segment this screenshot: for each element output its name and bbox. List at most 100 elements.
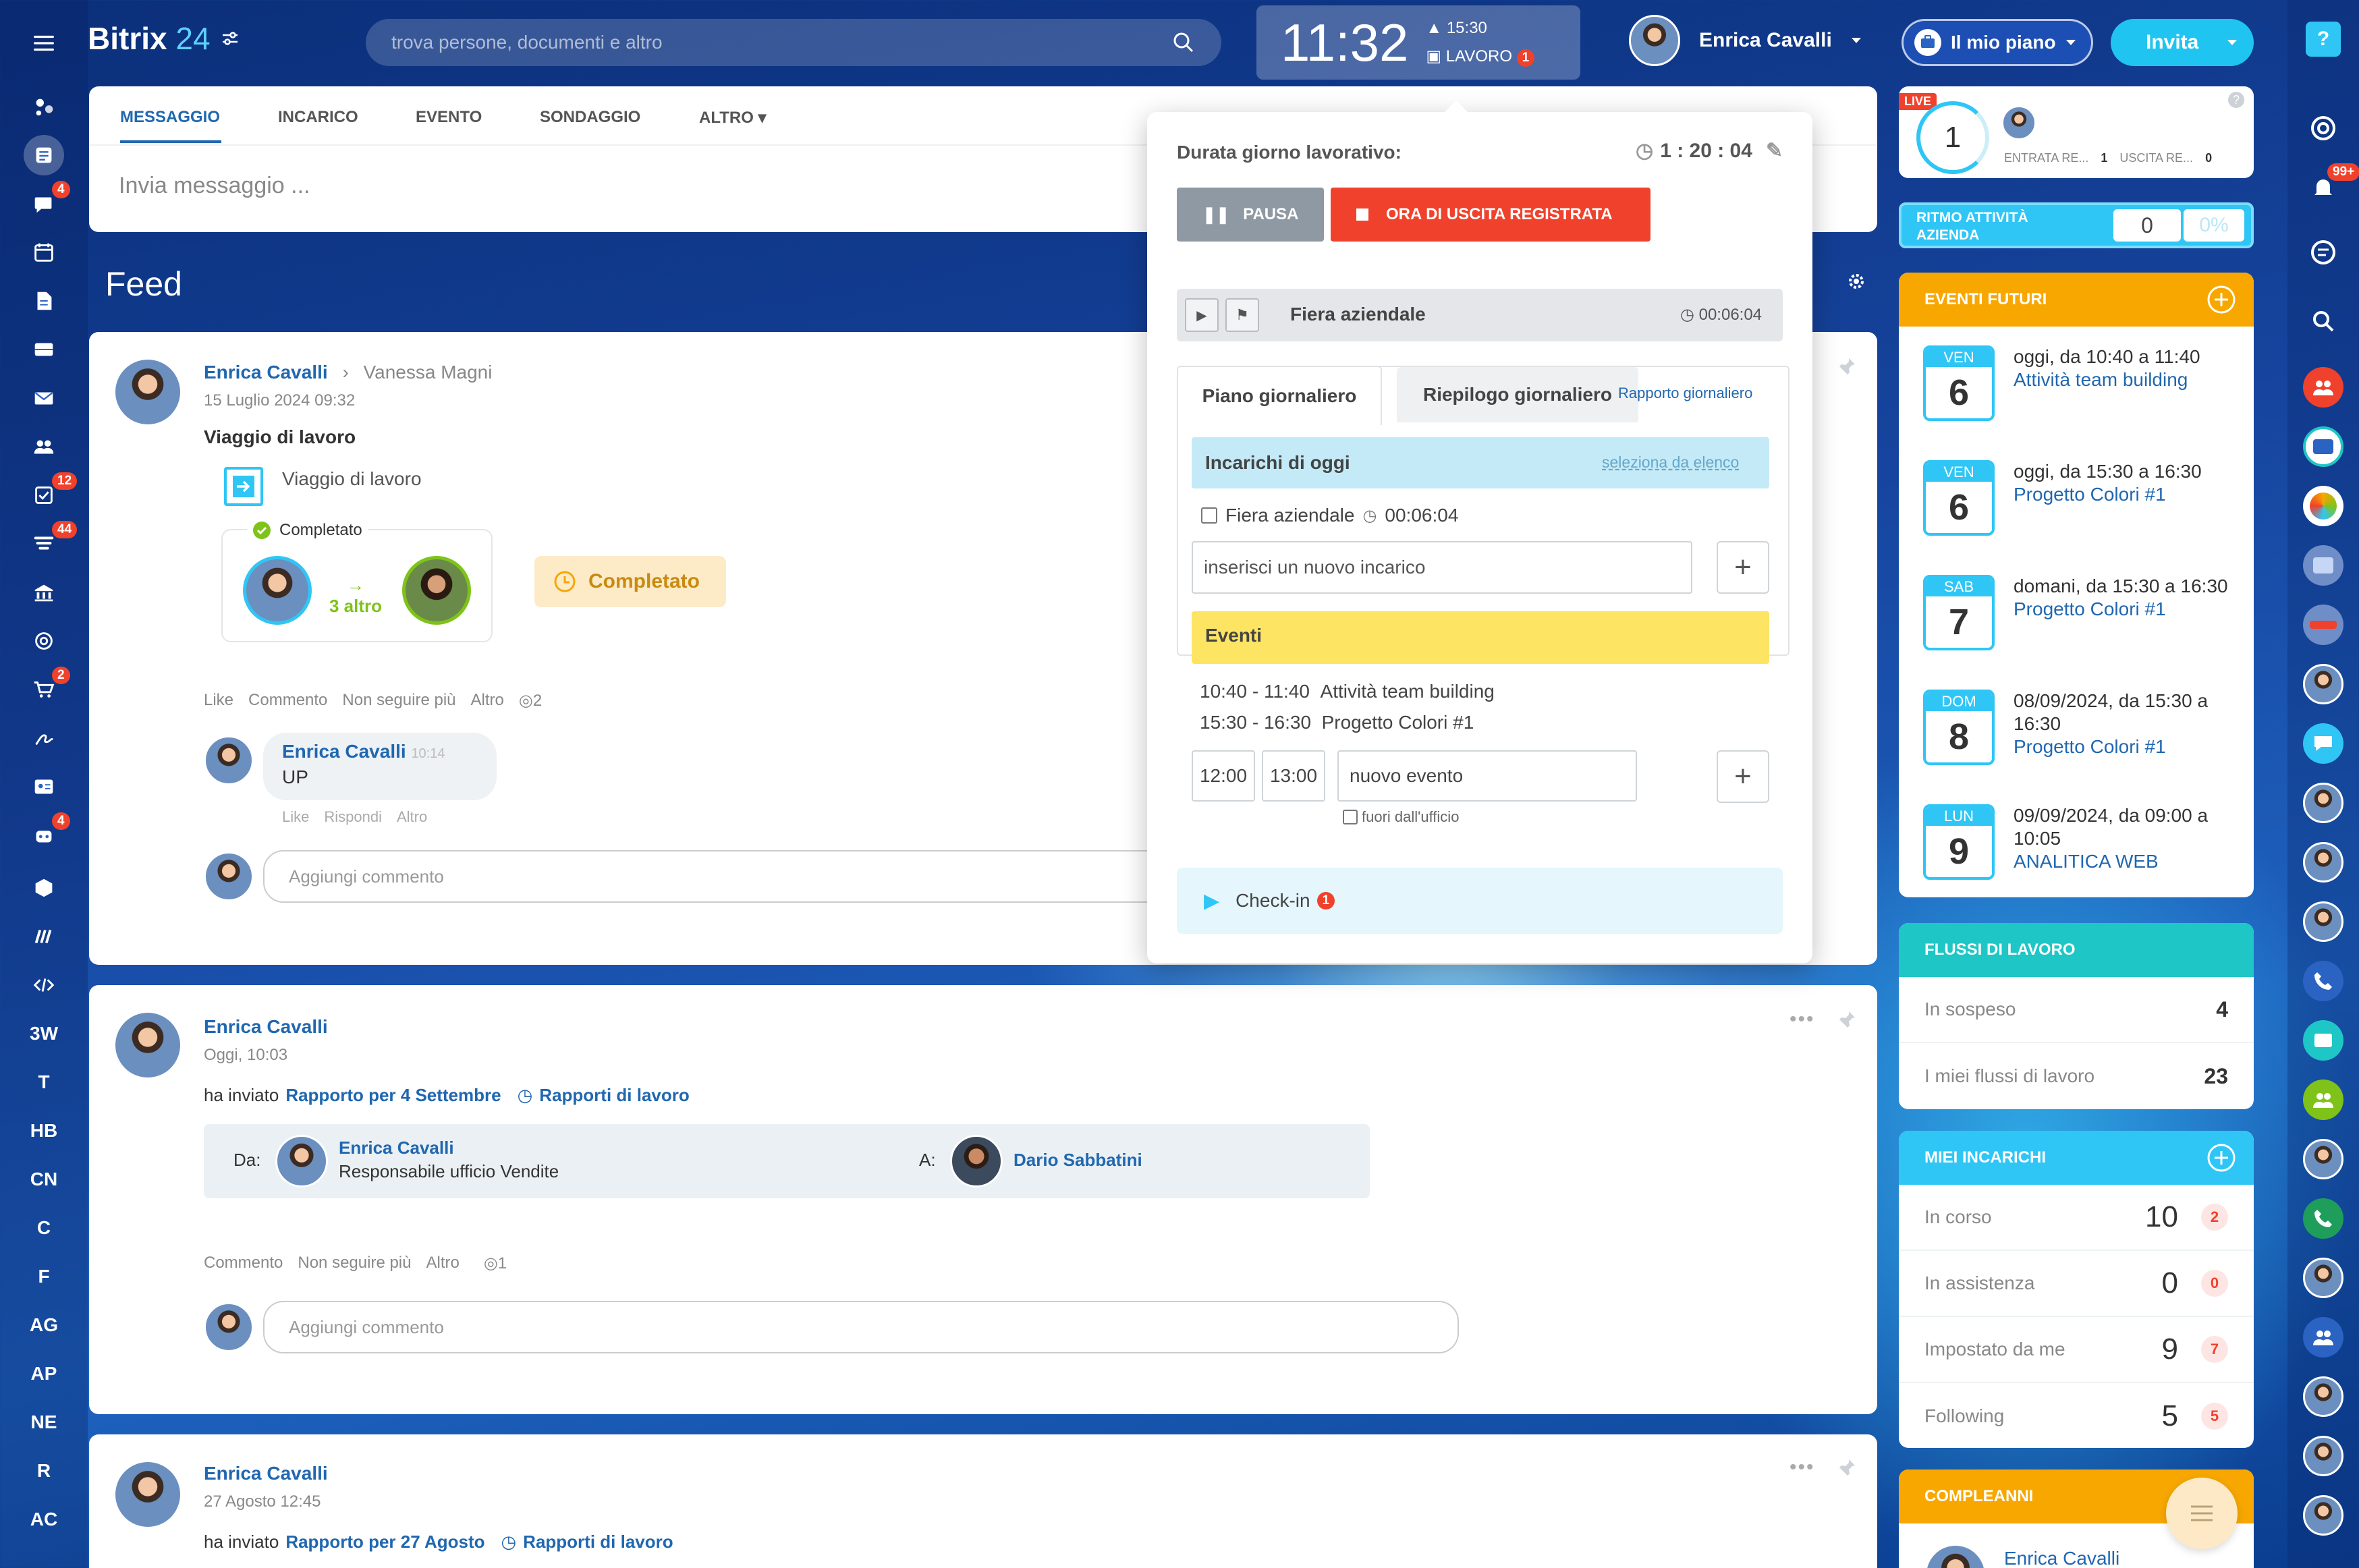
task-row[interactable]: Following 5 5 <box>1899 1383 2254 1448</box>
chat-avatar[interactable] <box>2303 545 2343 586</box>
app-3w[interactable]: 3W <box>17 1013 71 1054</box>
messages-icon[interactable] <box>2303 232 2343 273</box>
signature-icon[interactable] <box>17 718 71 758</box>
search-bar[interactable]: trova persone, documenti e altro <box>366 19 1221 66</box>
spiral-icon[interactable] <box>2303 108 2343 148</box>
event-item[interactable]: 15:30 - 16:30 Progetto Colori #1 <box>1200 707 1495 738</box>
market-icon[interactable] <box>17 916 71 957</box>
add-comment-input[interactable]: Aggiungi commento <box>263 1301 1459 1353</box>
group-icon[interactable] <box>2303 1080 2343 1120</box>
chat-avatar[interactable] <box>2303 1376 2343 1417</box>
avatar[interactable] <box>113 1460 182 1529</box>
category-link[interactable]: Rapporti di lavoro <box>523 1532 673 1552</box>
more-button[interactable]: Altro <box>426 1254 459 1273</box>
chat-avatar[interactable] <box>2303 426 2343 467</box>
target-icon[interactable] <box>17 621 71 661</box>
avatar[interactable] <box>1924 1544 1987 1568</box>
help-icon[interactable]: ? <box>2228 92 2244 108</box>
post-author[interactable]: Enrica Cavalli <box>204 1463 328 1484</box>
app-ap[interactable]: AP <box>17 1353 71 1394</box>
event-item[interactable]: LUN 9 09/09/2024, da 09:00 a 10:05 ANALITIC… <box>1923 804 2243 880</box>
feed-icon[interactable] <box>24 135 64 175</box>
settings-sliders-icon[interactable] <box>220 28 240 49</box>
pin-icon[interactable] <box>1837 1457 1857 1478</box>
contact-card-icon[interactable] <box>2303 1020 2343 1061</box>
chat-avatar[interactable] <box>2303 605 2343 645</box>
box-icon[interactable] <box>17 868 71 908</box>
mail-icon[interactable] <box>17 378 71 418</box>
pin-icon[interactable] <box>1837 1009 1857 1030</box>
event-item[interactable]: VEN 6 oggi, da 15:30 a 16:30 Progetto Color… <box>1923 460 2243 536</box>
add-icon[interactable] <box>2207 1143 2236 1173</box>
robot-icon[interactable]: 4 <box>17 812 71 856</box>
new-event-input[interactable]: nuovo evento <box>1337 750 1637 802</box>
stop-button[interactable]: ORA DI USCITA REGISTRATA <box>1331 188 1650 242</box>
menu-icon[interactable] <box>17 23 71 63</box>
groups-icon[interactable] <box>17 426 71 467</box>
report-link[interactable]: Rapporto per 4 Settembre <box>285 1085 501 1106</box>
comment-more-button[interactable]: Altro <box>397 808 427 826</box>
post-author[interactable]: Enrica Cavalli <box>204 1016 328 1038</box>
out-of-office-checkbox[interactable]: fuori dall'ufficio <box>1343 808 1459 826</box>
message-input[interactable]: Invia messaggio ... <box>119 173 310 199</box>
post-date[interactable]: 15 Luglio 2024 09:32 <box>204 391 355 410</box>
tab-altro[interactable]: ALTRO ▾ <box>699 108 767 128</box>
search-icon[interactable] <box>1171 30 1196 55</box>
chat-avatar[interactable] <box>2303 486 2343 526</box>
new-task-input[interactable]: inserisci un nuovo incarico <box>1192 541 1692 594</box>
tab-daily-plan[interactable]: Piano giornaliero <box>1177 366 1382 425</box>
flag-icon[interactable]: ⚑ <box>1225 298 1259 332</box>
event-item[interactable]: 10:40 - 11:40 Attività team building <box>1200 676 1495 707</box>
chat-avatar[interactable] <box>2303 783 2343 823</box>
tab-incarico[interactable]: INCARICO <box>278 108 358 127</box>
checkin-button[interactable]: ▶ Check-in 1 <box>1177 868 1783 934</box>
report-link[interactable]: Rapporto per 27 Agosto <box>285 1532 484 1552</box>
search-icon[interactable] <box>2303 301 2343 341</box>
completed-button[interactable]: Completato <box>534 556 726 607</box>
app-hb[interactable]: HB <box>17 1111 71 1151</box>
app-ne[interactable]: NE <box>17 1402 71 1443</box>
workflow-name[interactable]: Viaggio di lavoro <box>282 468 422 490</box>
to-name[interactable]: Dario Sabbatini <box>1014 1150 1142 1171</box>
chat-avatar[interactable] <box>2303 1139 2343 1179</box>
gear-icon[interactable] <box>1845 270 1868 293</box>
app-f[interactable]: F <box>17 1256 71 1297</box>
phone-icon[interactable] <box>2303 961 2343 1001</box>
chat-icon[interactable]: 4 <box>17 181 71 224</box>
edit-icon[interactable]: ✎ <box>1766 139 1783 163</box>
tab-daily-summary[interactable]: Riepilogo giornaliero <box>1397 367 1638 422</box>
more-dots-icon[interactable]: ••• <box>1789 1008 1815 1031</box>
app-cn[interactable]: CN <box>17 1159 71 1200</box>
avatar[interactable] <box>113 1011 182 1080</box>
app-ag[interactable]: AG <box>17 1305 71 1345</box>
event-to-input[interactable]: 13:00 <box>1262 750 1325 802</box>
contact-card-icon[interactable] <box>17 766 71 807</box>
comment-button[interactable]: Commento <box>204 1254 283 1273</box>
crm-icon[interactable]: 44 <box>17 521 78 564</box>
chat-icon[interactable] <box>2303 723 2343 764</box>
code-icon[interactable] <box>17 965 71 1005</box>
company-icon[interactable] <box>17 572 71 613</box>
tab-sondaggio[interactable]: SONDAGGIO <box>540 108 640 127</box>
add-task-button[interactable]: + <box>1717 541 1769 594</box>
chat-avatar[interactable] <box>2303 842 2343 883</box>
workflow-row[interactable]: I miei flussi di lavoro 23 <box>1899 1043 2254 1109</box>
tab-evento[interactable]: EVENTO <box>416 108 482 127</box>
calendar-icon[interactable] <box>17 232 71 273</box>
drive-icon[interactable] <box>17 329 71 370</box>
task-row[interactable]: In corso 10 2 <box>1899 1185 2254 1251</box>
workflow-row[interactable]: In sospeso 4 <box>1899 977 2254 1043</box>
post-date[interactable]: Oggi, 10:03 <box>204 1046 287 1065</box>
timeman-widget[interactable]: LIVE 1 ENTRATA RE... 1 USCITA RE... 0 ? <box>1899 86 2254 178</box>
search-input[interactable]: trova persone, documenti e altro <box>391 32 663 53</box>
help-icon[interactable]: ? <box>2306 22 2341 57</box>
chat-avatar[interactable] <box>2303 1495 2343 1536</box>
reply-button[interactable]: Rispondi <box>324 808 382 826</box>
task-row[interactable]: Impostato da me 9 7 <box>1899 1317 2254 1383</box>
my-plan-button[interactable]: Il mio piano <box>1902 19 2093 66</box>
unfollow-button[interactable]: Non seguire più <box>298 1254 411 1273</box>
group-chat-icon[interactable] <box>2303 367 2343 408</box>
collab-icon[interactable] <box>17 86 71 127</box>
app-t[interactable]: T <box>17 1062 71 1102</box>
notifications-icon[interactable]: 99+ <box>2303 163 2359 208</box>
